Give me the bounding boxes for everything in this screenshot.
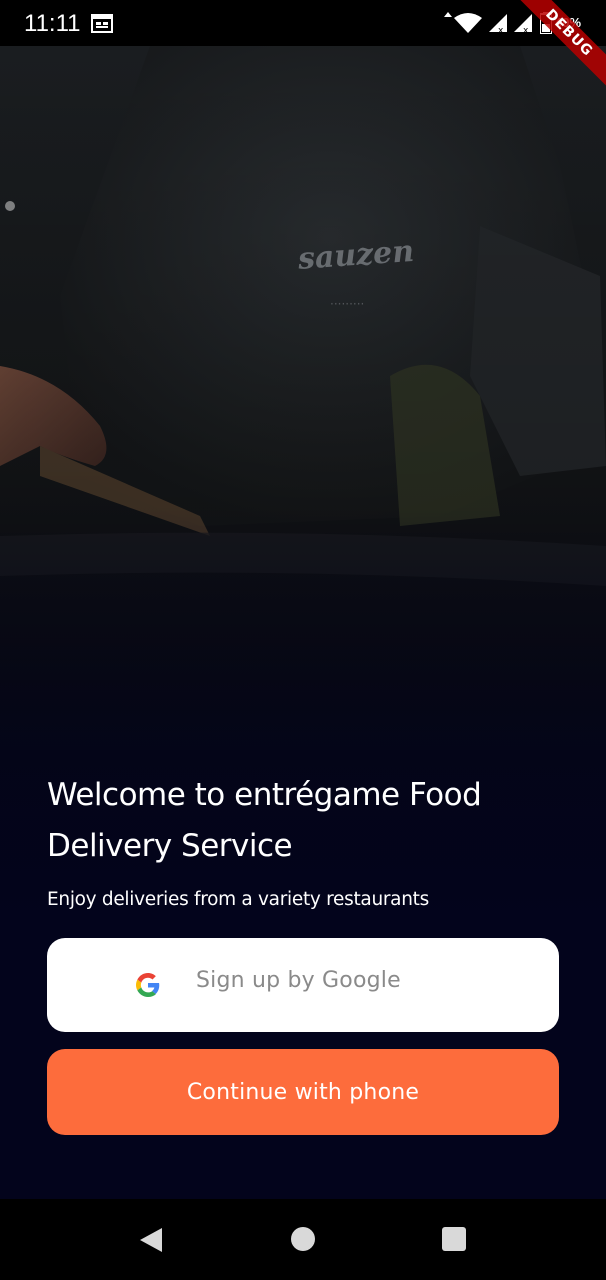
continue-with-phone-label: Continue with phone (186, 1079, 420, 1105)
status-time: 11:11 (24, 10, 81, 37)
calendar-icon (91, 13, 113, 33)
sign-up-google-label: Sign up by Google (196, 968, 401, 993)
home-circle-icon[interactable] (291, 1227, 315, 1251)
google-icon (136, 973, 160, 997)
wifi-icon (444, 12, 484, 34)
svg-text:x: x (498, 26, 504, 34)
sign-up-google-button[interactable]: Sign up by Google (47, 938, 559, 1032)
welcome-subtitle: Enjoy deliveries from a variety restaura… (47, 889, 429, 910)
battery-percentage: 40% (555, 15, 582, 30)
continue-with-phone-button[interactable]: Continue with phone (47, 1049, 559, 1135)
recents-square-icon[interactable] (442, 1227, 466, 1251)
svg-text:x: x (523, 26, 529, 34)
back-triangle-icon[interactable] (138, 1227, 164, 1253)
battery-icon (539, 12, 553, 35)
signal-icon: x (487, 12, 509, 36)
welcome-title: Welcome to entrégame Food Delivery Servi… (47, 777, 482, 864)
status-bar: 11:11 x x 40% (0, 0, 606, 46)
system-nav-bar (0, 1199, 606, 1280)
signal-icon: x (512, 12, 534, 36)
